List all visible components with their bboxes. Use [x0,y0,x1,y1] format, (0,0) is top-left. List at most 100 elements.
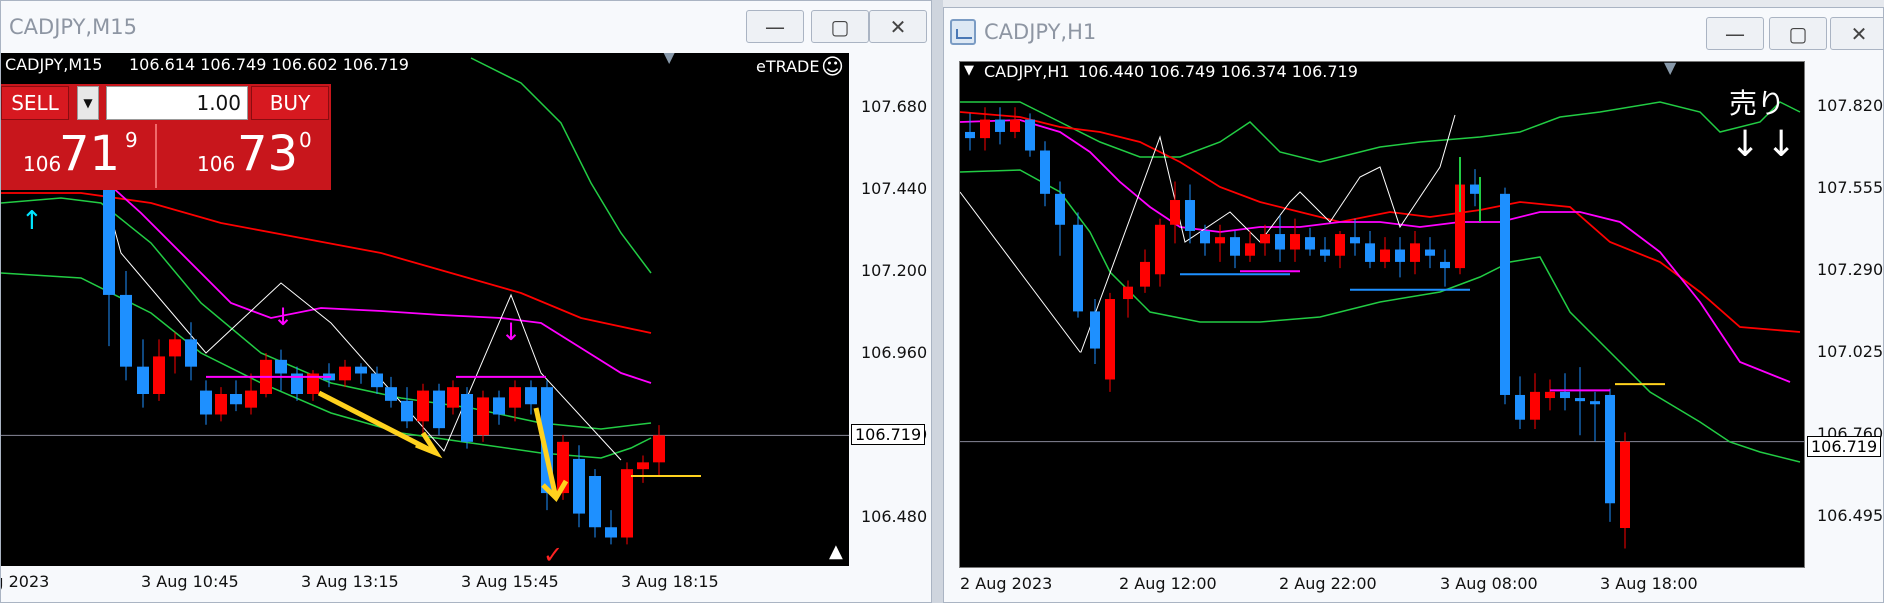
buy-price-big: 106 [197,152,236,176]
bollinger-upper-band [470,57,652,274]
chart-window-h1[interactable]: CADJPY,H1 — ▢ ✕ ▼ CADJPY,H1 106.440 106.… [943,7,1884,603]
candle-body [1395,249,1405,262]
chart-symbol: CADJPY,M15 [5,55,103,74]
chart-window-m15[interactable]: CADJPY,M15 — ▢ ✕ ↑ ↓ ↓ ✓ CADJPY,M15 106.614… [0,0,932,603]
buy-button[interactable]: BUY [251,86,329,120]
candle-body [230,394,242,405]
candle-body [1200,230,1210,244]
candle-body [1090,311,1100,349]
close-button[interactable]: ✕ [869,10,927,43]
price-tick-label: 107.200 [861,261,928,280]
candle-body [965,131,975,139]
buy-label: BUY [269,91,311,115]
candle-body [1560,391,1570,399]
price-axis: 107.820 107.555 107.290 107.025 106.760 106.4… [1805,61,1884,568]
candle-body [169,339,181,357]
candle-body [1140,261,1150,287]
autoscroll-marker-icon: ▼ [663,53,676,66]
title-bar[interactable]: CADJPY,M15 — ▢ ✕ [1,1,931,53]
scroll-arrow-icon[interactable]: ▲ [829,541,843,562]
lot-decrease-button[interactable]: ▼ [77,86,99,120]
candle-body [1025,119,1035,151]
current-price-label: 106.719 [851,424,926,445]
current-price-label: 106.719 [1807,436,1882,457]
candle-body [200,390,212,415]
price-tick-label: 106.960 [861,343,928,362]
price-tick-label: 107.440 [861,179,928,198]
candle-body [1010,119,1020,132]
lot-size-input[interactable] [106,86,248,120]
minimize-button[interactable]: — [746,10,804,43]
candle-body [1425,249,1435,256]
candle-body [509,387,521,408]
window-splitter[interactable] [932,0,943,603]
candle-body [1470,184,1480,194]
broker-label: eTRADE [756,57,820,76]
sell-label: SELL [11,91,59,115]
time-tick-label: 2 Aug 2023 [960,574,1053,593]
candle-body [1575,398,1585,402]
time-axis: 2 Aug 2023 2 Aug 12:00 2 Aug 22:00 3 Aug 08… [944,568,1883,602]
candle-body [1155,224,1165,275]
time-tick-label: 3 Aug 15:45 [461,572,559,591]
chart-menu-icon[interactable]: ▼ [964,63,974,78]
candle-body [653,435,665,463]
candle-body [980,119,990,139]
candle-body [1365,243,1375,262]
price-tick-label: 107.555 [1817,178,1884,197]
time-tick-label: 3 Aug 08:00 [1440,574,1538,593]
price-axis: 107.680107.440107.200106.960106.720106.4… [849,53,931,566]
chart-ohlc: 106.614 106.749 106.602 106.719 [129,55,409,74]
maximize-button[interactable]: ▢ [811,10,869,43]
candle-body [245,390,257,408]
sell-price[interactable]: 106 71 9 [1,124,157,188]
candle-body [1440,261,1450,269]
candle-body [1545,391,1555,399]
sell-price-big: 106 [23,152,62,176]
candle-body [995,119,1005,132]
price-chart [960,101,1804,549]
zigzag-line [28,142,622,461]
candle-body [1500,193,1510,395]
candle-body [433,390,445,429]
maximize-button[interactable]: ▢ [1769,17,1827,50]
candle-body [339,366,351,381]
candle-body [1335,234,1345,256]
price-tick-label: 107.025 [1817,342,1884,361]
candle-body [1230,237,1240,256]
candle-body [589,476,601,528]
title-bar[interactable]: CADJPY,H1 — ▢ ✕ [944,8,1883,56]
smiley-icon: ☺ [821,55,844,80]
close-button[interactable]: ✕ [1830,17,1883,50]
candle-body [1040,150,1050,194]
candle-body [477,397,489,435]
candle-body [493,397,505,415]
autoscroll-marker-icon: ▼ [1664,61,1677,77]
down-arrows-annotation: ↓↓ [1730,124,1803,165]
candle-body [573,458,585,514]
time-tick-label: 2 Aug 22:00 [1279,574,1377,593]
candle-body [1245,243,1255,256]
sell-price-sup: 9 [125,128,138,152]
moving-average-red [1,192,652,334]
candle-body [275,359,287,374]
candle-body [1410,243,1420,262]
candle-body [1605,394,1615,504]
candle-body [1530,391,1540,420]
price-tick-label: 107.820 [1817,96,1884,115]
price-tick-label: 107.290 [1817,260,1884,279]
candle-body [1215,237,1225,244]
candle-body [1515,394,1525,420]
minimize-button[interactable]: — [1706,17,1764,50]
chart-canvas[interactable]: ▼ CADJPY,H1 106.440 106.749 106.374 106.… [959,61,1805,568]
candle-body [637,462,649,470]
chart-ohlc: 106.440 106.749 106.374 106.719 [1078,62,1358,81]
sell-signal-icon: ↓ [273,303,293,331]
candle-body [1350,237,1360,244]
sell-price-mid: 71 [59,126,121,182]
chart-symbol: CADJPY,H1 [984,62,1070,81]
time-axis: 2 Aug 2023 3 Aug 10:45 3 Aug 13:15 3 Aug 15… [1,566,931,602]
sell-button[interactable]: SELL [1,86,69,120]
buy-price[interactable]: 106 73 0 [161,124,331,188]
candle-body [371,373,383,388]
